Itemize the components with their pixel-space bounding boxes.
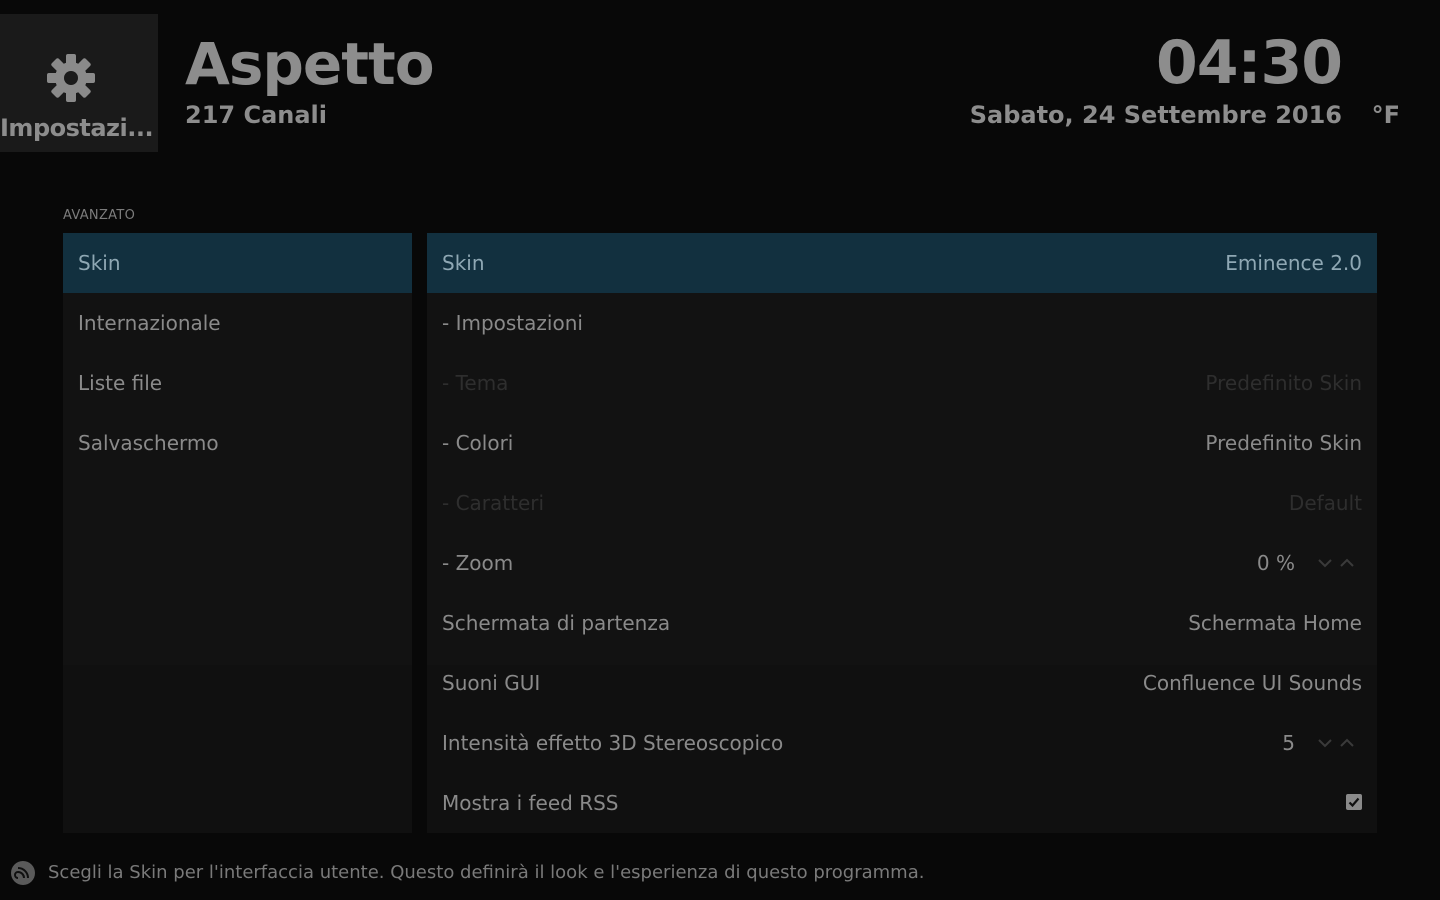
- setting-label: - Zoom: [442, 551, 514, 575]
- setting-label: Skin: [442, 251, 485, 275]
- setting-label: Mostra i feed RSS: [442, 791, 619, 815]
- setting-gui-sounds[interactable]: Suoni GUI Confluence UI Sounds: [427, 653, 1377, 713]
- category-item-salvaschermo[interactable]: Salvaschermo: [63, 413, 412, 473]
- category-item-internazionale[interactable]: Internazionale: [63, 293, 412, 353]
- setting-label: - Colori: [442, 431, 514, 455]
- clock: 04:30: [1156, 28, 1343, 98]
- settings-list: Skin Eminence 2.0 - Impostazioni - Tema …: [427, 233, 1377, 833]
- section-label: AVANZATO: [63, 208, 136, 223]
- setting-value: 0 %: [1256, 551, 1295, 575]
- setting-value: Predefinito Skin: [1205, 371, 1362, 395]
- category-item-liste-file[interactable]: Liste file: [63, 353, 412, 413]
- info-icon: [11, 861, 35, 885]
- setting-label: Intensità effetto 3D Stereoscopico: [442, 731, 784, 755]
- category-item-label: Internazionale: [78, 311, 221, 335]
- page-subtitle: 217 Canali: [185, 101, 327, 129]
- chevron-up-icon[interactable]: [1340, 558, 1354, 567]
- home-settings-button[interactable]: Impostazi...: [0, 14, 158, 152]
- setting-description: Scegli la Skin per l'interfaccia utente.…: [48, 862, 925, 883]
- chevron-down-icon[interactable]: [1318, 559, 1332, 568]
- setting-label: - Caratteri: [442, 491, 545, 515]
- setting-skin[interactable]: Skin Eminence 2.0: [427, 233, 1377, 293]
- setting-label: Suoni GUI: [442, 671, 541, 695]
- setting-colors[interactable]: - Colori Predefinito Skin: [427, 413, 1377, 473]
- setting-value: Eminence 2.0: [1225, 251, 1362, 275]
- gear-icon: [47, 54, 95, 102]
- page-title: Aspetto: [185, 30, 435, 98]
- setting-fonts: - Caratteri Default: [427, 473, 1377, 533]
- setting-value: 5: [1282, 731, 1295, 755]
- category-item-label: Skin: [78, 251, 121, 275]
- setting-skin-settings[interactable]: - Impostazioni: [427, 293, 1377, 353]
- setting-theme: - Tema Predefinito Skin: [427, 353, 1377, 413]
- setting-stereoscopic-strength[interactable]: Intensità effetto 3D Stereoscopico 5: [427, 713, 1377, 773]
- setting-label: - Impostazioni: [442, 311, 583, 335]
- setting-value: Predefinito Skin: [1205, 431, 1362, 455]
- home-label: Impostazi...: [0, 114, 154, 142]
- setting-zoom[interactable]: - Zoom 0 %: [427, 533, 1377, 593]
- checkbox-checked-icon[interactable]: [1346, 794, 1362, 810]
- chevron-down-icon[interactable]: [1318, 739, 1332, 748]
- category-item-label: Salvaschermo: [78, 431, 219, 455]
- temperature-unit: °F: [1371, 101, 1400, 129]
- setting-value: Confluence UI Sounds: [1142, 671, 1362, 695]
- stereoscopic-spinner[interactable]: [1315, 735, 1359, 751]
- setting-value: Schermata Home: [1188, 611, 1362, 635]
- zoom-spinner[interactable]: [1315, 555, 1359, 571]
- setting-show-rss[interactable]: Mostra i feed RSS: [427, 773, 1377, 833]
- setting-value: Default: [1288, 491, 1362, 515]
- setting-label: Schermata di partenza: [442, 611, 671, 635]
- category-item-label: Liste file: [78, 371, 163, 395]
- setting-label: - Tema: [442, 371, 509, 395]
- date: Sabato, 24 Settembre 2016: [969, 101, 1342, 129]
- chevron-up-icon[interactable]: [1340, 738, 1354, 747]
- setting-startup-window[interactable]: Schermata di partenza Schermata Home: [427, 593, 1377, 653]
- category-list: Skin Internazionale Liste file Salvasche…: [63, 233, 412, 833]
- category-item-skin[interactable]: Skin: [63, 233, 412, 293]
